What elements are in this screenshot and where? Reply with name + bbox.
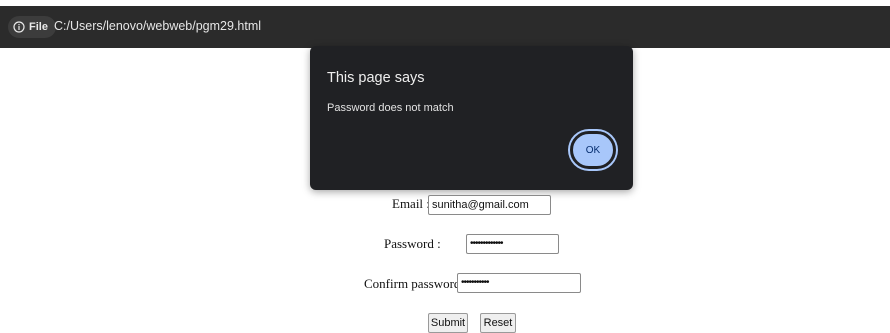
info-icon — [13, 21, 25, 33]
dialog-title: This page says — [327, 70, 425, 86]
dialog-message: Password does not match — [327, 102, 454, 114]
file-chip[interactable]: File — [8, 16, 56, 38]
url-text[interactable]: C:/Users/lenovo/webweb/pgm29.html — [54, 19, 261, 33]
alert-dialog: This page says Password does not match O… — [310, 46, 633, 190]
confirm-password-field[interactable]: ••••••••••• — [457, 273, 581, 293]
file-chip-label: File — [29, 21, 48, 33]
password-label: Password : — [384, 236, 441, 251]
email-field[interactable]: sunitha@gmail.com — [428, 195, 551, 215]
password-field[interactable]: ••••••••••••• — [466, 234, 559, 254]
submit-button[interactable]: Submit — [428, 313, 468, 333]
reset-button[interactable]: Reset — [480, 313, 516, 333]
browser-address-bar: File C:/Users/lenovo/webweb/pgm29.html — [0, 6, 890, 48]
email-label: Email : — [392, 196, 430, 211]
ok-button[interactable]: OK — [570, 131, 616, 169]
confirm-password-label: Confirm password : — [364, 276, 468, 291]
